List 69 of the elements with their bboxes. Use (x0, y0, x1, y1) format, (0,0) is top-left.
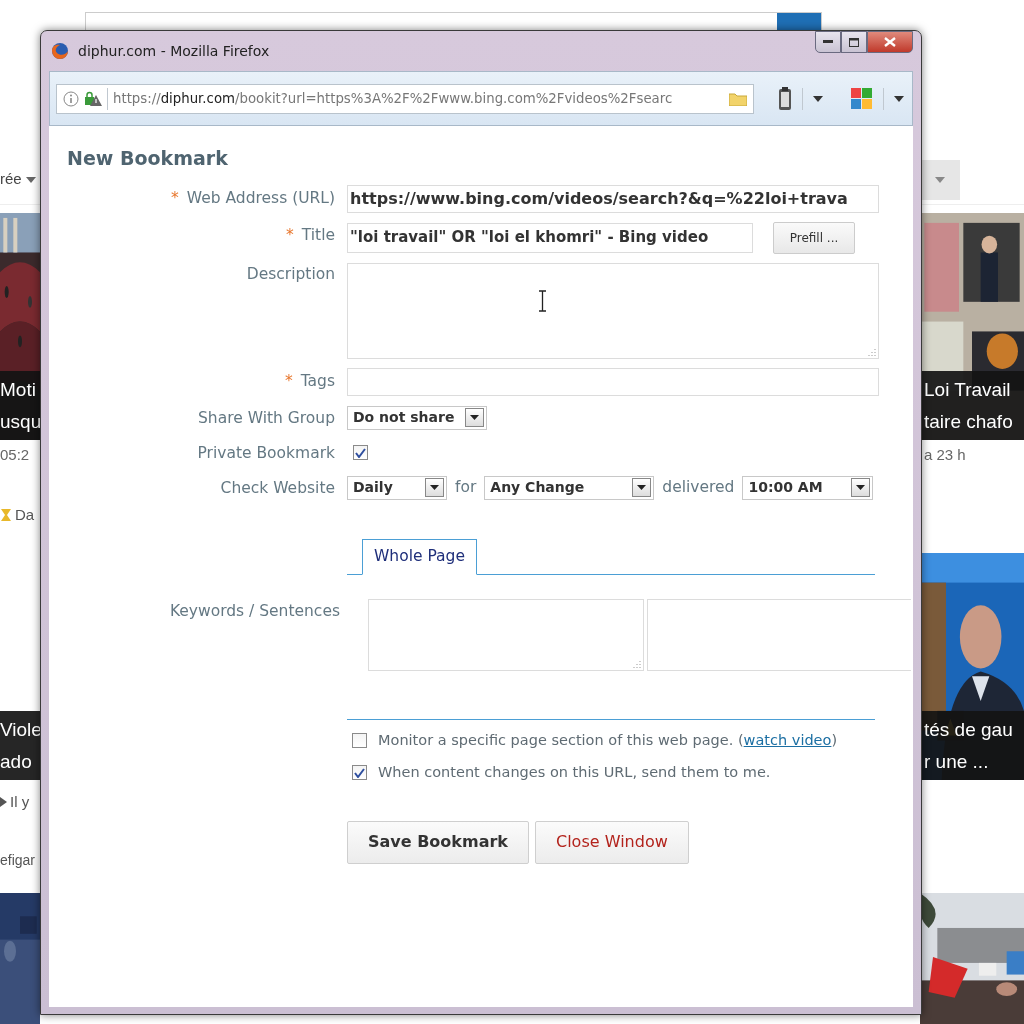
connector-text: delivered (662, 476, 735, 498)
form-heading: New Bookmark (67, 146, 229, 171)
text-cursor-icon (538, 289, 547, 312)
info-icon (63, 90, 79, 107)
prefill-button[interactable]: Prefill ... (773, 221, 855, 254)
input-field[interactable]: "loi travail" OR "loi el khomri" - Bing video (347, 222, 753, 253)
caret-icon[interactable] (894, 95, 904, 102)
input-field[interactable]: https://www.bing.com/videos/search?&q=%22loi+trava (347, 184, 879, 213)
dropdown[interactable]: Do not share (347, 405, 487, 430)
field-label: Share With Group (198, 408, 335, 427)
field-label: Keywords / Sentences (168, 600, 340, 622)
caret-icon (856, 485, 866, 490)
caret-icon (637, 485, 647, 490)
extension-icon[interactable] (851, 87, 873, 110)
maximize-button[interactable] (841, 31, 867, 53)
dropdown[interactable]: 10:00 AM (742, 475, 874, 500)
field-label: * Title (286, 225, 335, 244)
caption-text: ado (0, 750, 33, 774)
field-label: * Tags (284, 371, 335, 390)
resize-grip-icon (633, 659, 641, 668)
caption-text: usqu (0, 410, 40, 434)
caret-icon[interactable] (813, 95, 823, 102)
connector-text: for (455, 476, 477, 498)
caret-icon (430, 485, 439, 490)
checkmark-icon (355, 447, 366, 458)
checkbox[interactable] (352, 765, 367, 780)
dropdown[interactable]: Daily (347, 475, 447, 500)
address-bar[interactable]: https://diphur.com/bookit?url=https%3A%2F%2Fwww.bing.com%2Fvideos%2Fsearc (56, 83, 754, 114)
caption-text: tés de gau (924, 718, 1014, 742)
caret-icon (935, 176, 945, 183)
field-label: Private Bookmark (197, 443, 335, 462)
minimize-icon (823, 40, 833, 44)
url-text: https://diphur.com/bookit?url=https%3A%2F%2Fwww.bing.com%2Fvideos%2Fsearc (113, 89, 673, 108)
video-link[interactable]: watch video (743, 731, 832, 748)
minimize-button[interactable] (815, 31, 841, 53)
close-button[interactable] (867, 31, 913, 53)
caption-text: r une ... (924, 750, 990, 774)
caption-text: taire chafo (924, 410, 1014, 434)
lock-warning-icon (84, 90, 102, 107)
time-text: a 23 h (924, 444, 966, 465)
dropdown[interactable]: Any Change (484, 475, 655, 500)
resize-grip-icon (868, 347, 876, 356)
caret-icon (470, 415, 479, 420)
save-button[interactable]: Save Bookmark (347, 820, 529, 864)
close-icon (884, 37, 896, 47)
dropdown-menu[interactable]: rée (0, 168, 36, 191)
checkbox[interactable] (353, 445, 368, 460)
option-text: Monitor a specific page section of this web page. (watch video) (378, 730, 838, 750)
checkmark-icon (354, 767, 365, 778)
option-text: When content changes on this URL, send them to me. (378, 762, 771, 782)
caption-text: Moti (0, 378, 37, 402)
caret-icon (25, 176, 36, 183)
source-text: efigar (0, 850, 36, 870)
caption-text: Loi Travail (924, 378, 1012, 402)
close-button[interactable]: Close Window (535, 820, 689, 864)
checkbox[interactable] (352, 733, 367, 748)
play-icon (0, 797, 7, 807)
window-title: diphur.com - Mozilla Firefox (78, 41, 270, 61)
teaser-text: Il y (10, 791, 30, 812)
tab[interactable]: Whole Page (362, 538, 477, 575)
field-label: Description (246, 264, 335, 283)
field-label: * Web Address (URL) (171, 188, 335, 207)
time-text: 05:2 (0, 444, 30, 465)
source-text: Da (15, 504, 35, 525)
field-label: Check Website (220, 478, 335, 497)
input-field[interactable] (347, 367, 879, 396)
maximize-icon (849, 37, 859, 47)
menu-button[interactable] (920, 159, 960, 200)
browser-icon (51, 42, 69, 60)
